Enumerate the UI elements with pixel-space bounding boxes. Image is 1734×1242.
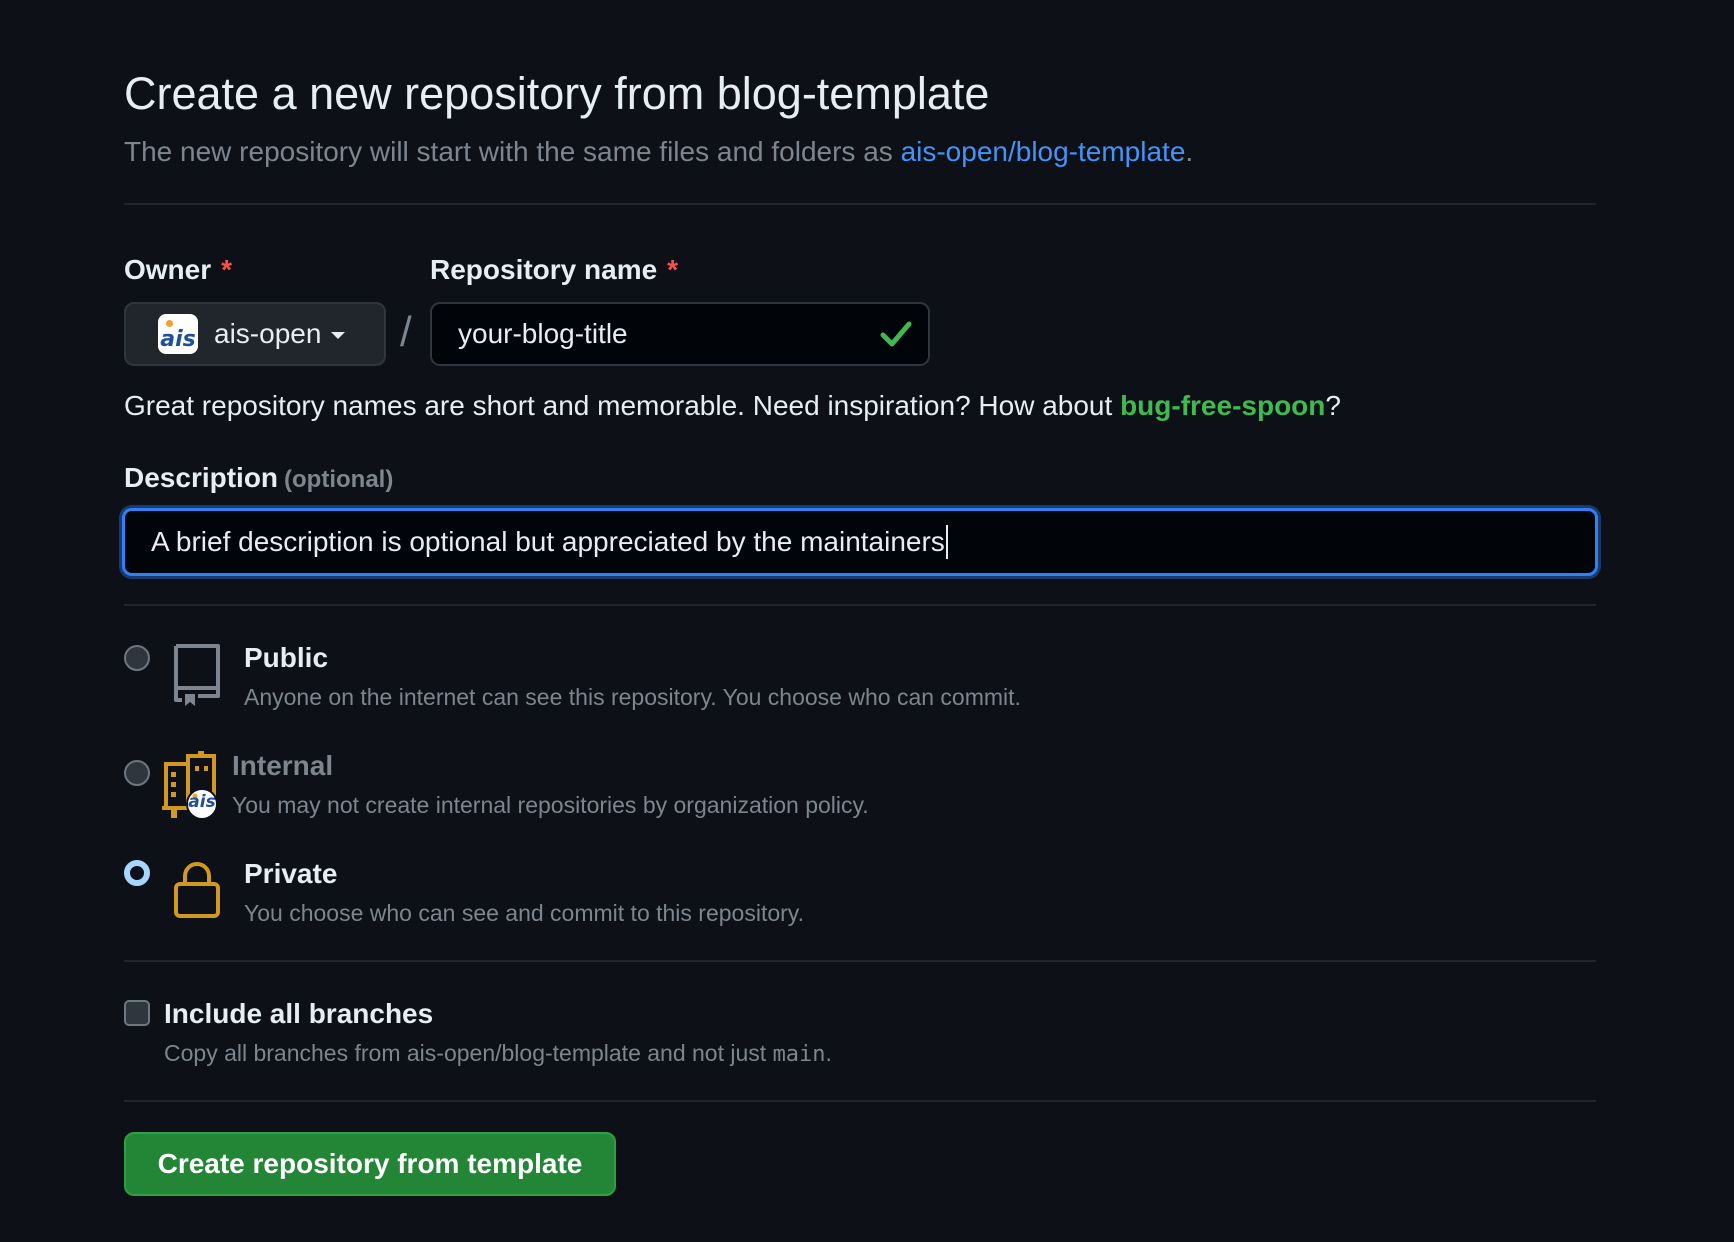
visibility-private-radio[interactable] bbox=[124, 860, 150, 886]
description-label: Description (optional) bbox=[124, 462, 393, 494]
include-all-branches-desc: Copy all branches from ais-open/blog-tem… bbox=[164, 1040, 832, 1067]
create-repository-button[interactable]: Create repository from template bbox=[124, 1132, 616, 1196]
branches-desc-prefix: Copy all branches from ais-open/blog-tem… bbox=[164, 1040, 773, 1066]
include-all-branches-checkbox[interactable] bbox=[124, 1000, 150, 1026]
repo-name-value: your-blog-title bbox=[458, 318, 628, 349]
check-icon bbox=[880, 321, 912, 347]
template-link[interactable]: ais-open/blog-template bbox=[901, 136, 1186, 167]
visibility-public-radio[interactable] bbox=[124, 645, 150, 671]
repo-name-label: Repository name * bbox=[430, 254, 678, 286]
hint-prefix: Great repository names are short and mem… bbox=[124, 390, 1121, 421]
required-mark: * bbox=[221, 254, 233, 285]
owner-dropdown[interactable]: ais ais-open bbox=[124, 302, 386, 366]
description-label-text: Description bbox=[124, 462, 279, 493]
visibility-internal-radio[interactable] bbox=[124, 760, 150, 786]
optional-tag: (optional) bbox=[284, 466, 394, 493]
subtitle-prefix: The new repository will start with the s… bbox=[124, 136, 901, 167]
owner-label: Owner * bbox=[124, 254, 232, 286]
owner-name: ais-open bbox=[214, 318, 322, 349]
avatar-dot bbox=[166, 320, 173, 327]
visibility-private-desc: You choose who can see and commit to thi… bbox=[244, 900, 804, 926]
owner-repo-separator: / bbox=[400, 308, 412, 355]
org-avatar-logo-text: ais bbox=[188, 792, 216, 812]
divider bbox=[124, 604, 1596, 606]
repo-name-label-text: Repository name bbox=[430, 254, 658, 285]
repo-name-input[interactable]: your-blog-title bbox=[430, 302, 930, 366]
include-all-branches-label: Include all branches bbox=[164, 998, 434, 1029]
caret-down-icon bbox=[331, 331, 346, 339]
visibility-internal-desc: You may not create internal repositories… bbox=[232, 792, 869, 818]
owner-label-text: Owner bbox=[124, 254, 212, 285]
visibility-public-desc: Anyone on the internet can see this repo… bbox=[244, 684, 1021, 710]
repo-name-hint: Great repository names are short and mem… bbox=[124, 390, 1341, 422]
branches-desc-suffix: . bbox=[825, 1040, 832, 1066]
avatar-logo-text: ais bbox=[160, 327, 196, 352]
visibility-private-title: Private bbox=[244, 858, 338, 889]
visibility-internal-title: Internal bbox=[232, 750, 334, 781]
required-mark: * bbox=[667, 254, 679, 285]
divider bbox=[124, 960, 1596, 962]
page-title: Create a new repository from blog-templa… bbox=[124, 68, 990, 119]
divider bbox=[124, 1100, 1596, 1102]
description-input[interactable]: A brief description is optional but appr… bbox=[122, 508, 1598, 576]
repo-icon bbox=[174, 644, 220, 706]
owner-avatar: ais bbox=[158, 314, 198, 354]
page-subtitle: The new repository will start with the s… bbox=[124, 136, 1193, 168]
text-cursor bbox=[945, 525, 948, 559]
subtitle-suffix: . bbox=[1185, 136, 1194, 167]
divider bbox=[124, 203, 1596, 205]
name-suggestion-link[interactable]: bug-free-spoon bbox=[1120, 390, 1325, 421]
visibility-public-title: Public bbox=[244, 642, 329, 673]
default-branch-code: main bbox=[772, 1042, 826, 1067]
lock-icon bbox=[174, 862, 220, 918]
hint-suffix: ? bbox=[1325, 390, 1341, 421]
description-value: A brief description is optional but appr… bbox=[151, 526, 945, 557]
